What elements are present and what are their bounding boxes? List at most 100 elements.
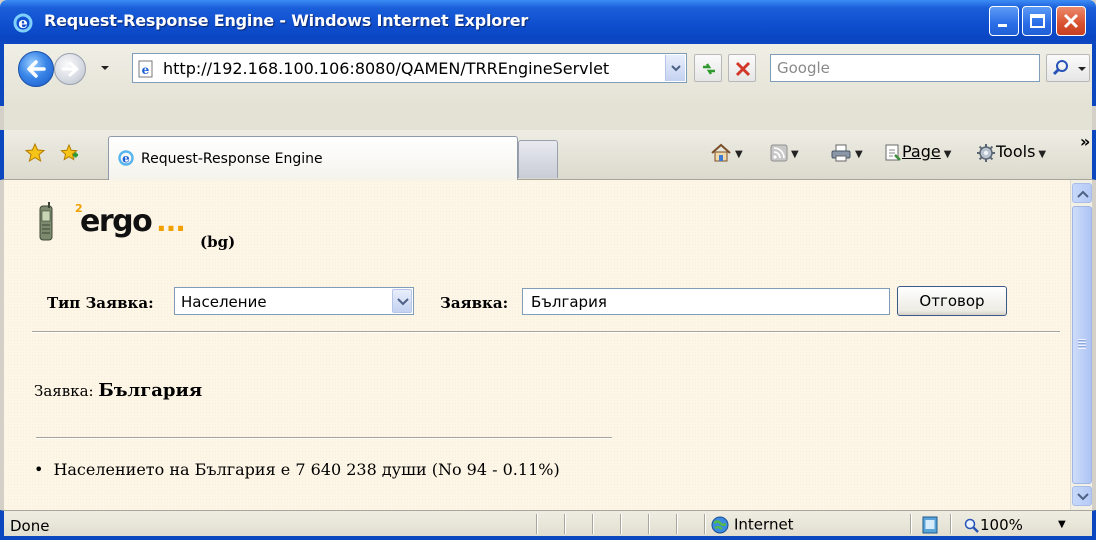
search-placeholder: Google [777,59,830,77]
printer-icon [831,144,851,161]
url-text[interactable]: http://192.168.100.106:8080/QAMEN/TRREng… [163,59,609,78]
minimize-icon [998,24,1007,27]
tab-label: Request-Response Engine [141,151,323,167]
gear-icon [977,143,995,162]
result-query: Заявка: България [34,380,202,401]
chevron-down-icon: ▼ [1038,149,1047,160]
chevron-down-icon [1078,67,1086,71]
maximize-button[interactable] [1022,6,1052,36]
list-item: Населението на България е 7 640 238 души… [34,460,559,479]
status-separator [704,514,706,534]
chevron-down-icon: ▼ [943,149,952,160]
chevron-down-icon [671,65,681,72]
result-query-value: България [98,380,203,401]
status-separator [676,514,678,534]
svg-text:e: e [122,152,130,166]
status-separator [592,514,594,534]
minimize-button[interactable] [989,6,1019,36]
add-favorite-icon[interactable] [58,142,80,164]
logo-text: ergo [80,204,153,239]
arrow-left-icon [27,60,46,78]
protected-mode-icon[interactable] [922,516,938,534]
chevron-down-icon [397,298,409,306]
svg-text:e: e [142,63,150,77]
globe-icon [711,516,729,534]
scroll-up-button[interactable] [1072,183,1092,203]
chevron-down-icon: ▼ [855,149,863,160]
scroll-down-button[interactable] [1072,486,1092,506]
scroll-thumb[interactable] [1072,206,1092,484]
status-separator [648,514,650,534]
security-zone[interactable]: Internet [710,515,794,535]
address-dropdown-button[interactable] [665,55,685,81]
logo-dots: ... [156,205,186,238]
chevron-down-icon[interactable] [100,64,110,72]
tools-menu[interactable]: Tools ▼ [976,142,1046,166]
chevron-down-icon: ▼ [791,149,799,160]
request-type-select[interactable]: Население [174,287,414,315]
arrow-right-icon [61,61,79,77]
result-query-label: Заявка: [34,382,94,400]
status-separator [564,514,566,534]
home-button[interactable]: ▼ [710,142,743,166]
chevron-down-icon [1077,493,1089,501]
stop-icon [735,61,751,77]
search-input[interactable]: Google [770,54,1040,82]
search-icon [1052,60,1068,76]
answer-button[interactable]: Отговор [897,286,1007,316]
home-icon [711,143,731,161]
maximize-icon [1030,14,1045,28]
request-label: Заявка: [440,294,509,312]
more-commands-chevron[interactable]: » [1080,132,1090,156]
navigation-bar: e http://192.168.100.106:8080/QAMEN/TRRE… [0,44,1096,130]
new-tab-button[interactable] [518,140,558,178]
window-title: Request-Response Engine - Windows Intern… [44,11,529,30]
request-type-dropdown-button[interactable] [392,289,412,313]
status-separator [620,514,622,534]
favorites-star-icon[interactable] [24,142,46,164]
scroll-grip [1078,339,1086,349]
vertical-scrollbar[interactable] [1070,180,1092,510]
title-bar[interactable]: e Request-Response Engine - Windows Inte… [0,0,1096,44]
chevron-down-icon[interactable]: ▼ [1058,519,1066,530]
status-text: Done [10,517,50,535]
page-icon [885,144,901,161]
tab-request-response-engine[interactable]: e Request-Response Engine [108,136,518,180]
refresh-icon [703,63,715,75]
result-list: Населението на България е 7 640 238 души… [34,460,559,479]
svg-text:e: e [18,14,28,32]
divider [32,331,1060,333]
zoom-icon [964,518,979,533]
zoom-level-label: 100% [980,516,1023,534]
security-zone-label: Internet [734,515,794,534]
status-bar: Done Internet 100% ▼ [0,510,1096,540]
divider [36,437,612,439]
stop-button[interactable] [728,54,756,82]
status-separator [950,514,952,534]
chevron-up-icon [1077,190,1089,198]
close-icon [1063,13,1079,29]
status-separator [536,514,538,534]
page-menu-label: Page [902,142,941,161]
forward-button[interactable] [54,53,86,85]
feeds-button[interactable]: ▼ [770,142,799,166]
back-button[interactable] [18,51,54,87]
page-icon: e [138,60,153,78]
page-menu[interactable]: Page ▼ [884,142,951,166]
ie-logo-icon: e [118,150,134,166]
status-separator [910,514,912,534]
close-button[interactable] [1056,6,1086,36]
rss-feed-icon [770,144,788,161]
toolbar-icon[interactable] [6,108,20,122]
page-content: 2 ergo ... (bg) Тип Заявка: Население За… [4,180,1070,510]
zoom-level[interactable]: 100% [964,516,1023,534]
request-type-label: Тип Заявка: [47,294,154,312]
refresh-button[interactable] [694,54,722,82]
request-type-value: Население [181,293,267,311]
chevron-down-icon: ▼ [735,149,743,160]
address-bar[interactable]: e http://192.168.100.106:8080/QAMEN/TRRE… [132,53,687,83]
print-button[interactable]: ▼ [830,142,863,166]
ie-logo-icon: e [13,13,33,33]
search-button[interactable] [1046,54,1090,82]
request-input[interactable]: България [522,288,890,315]
